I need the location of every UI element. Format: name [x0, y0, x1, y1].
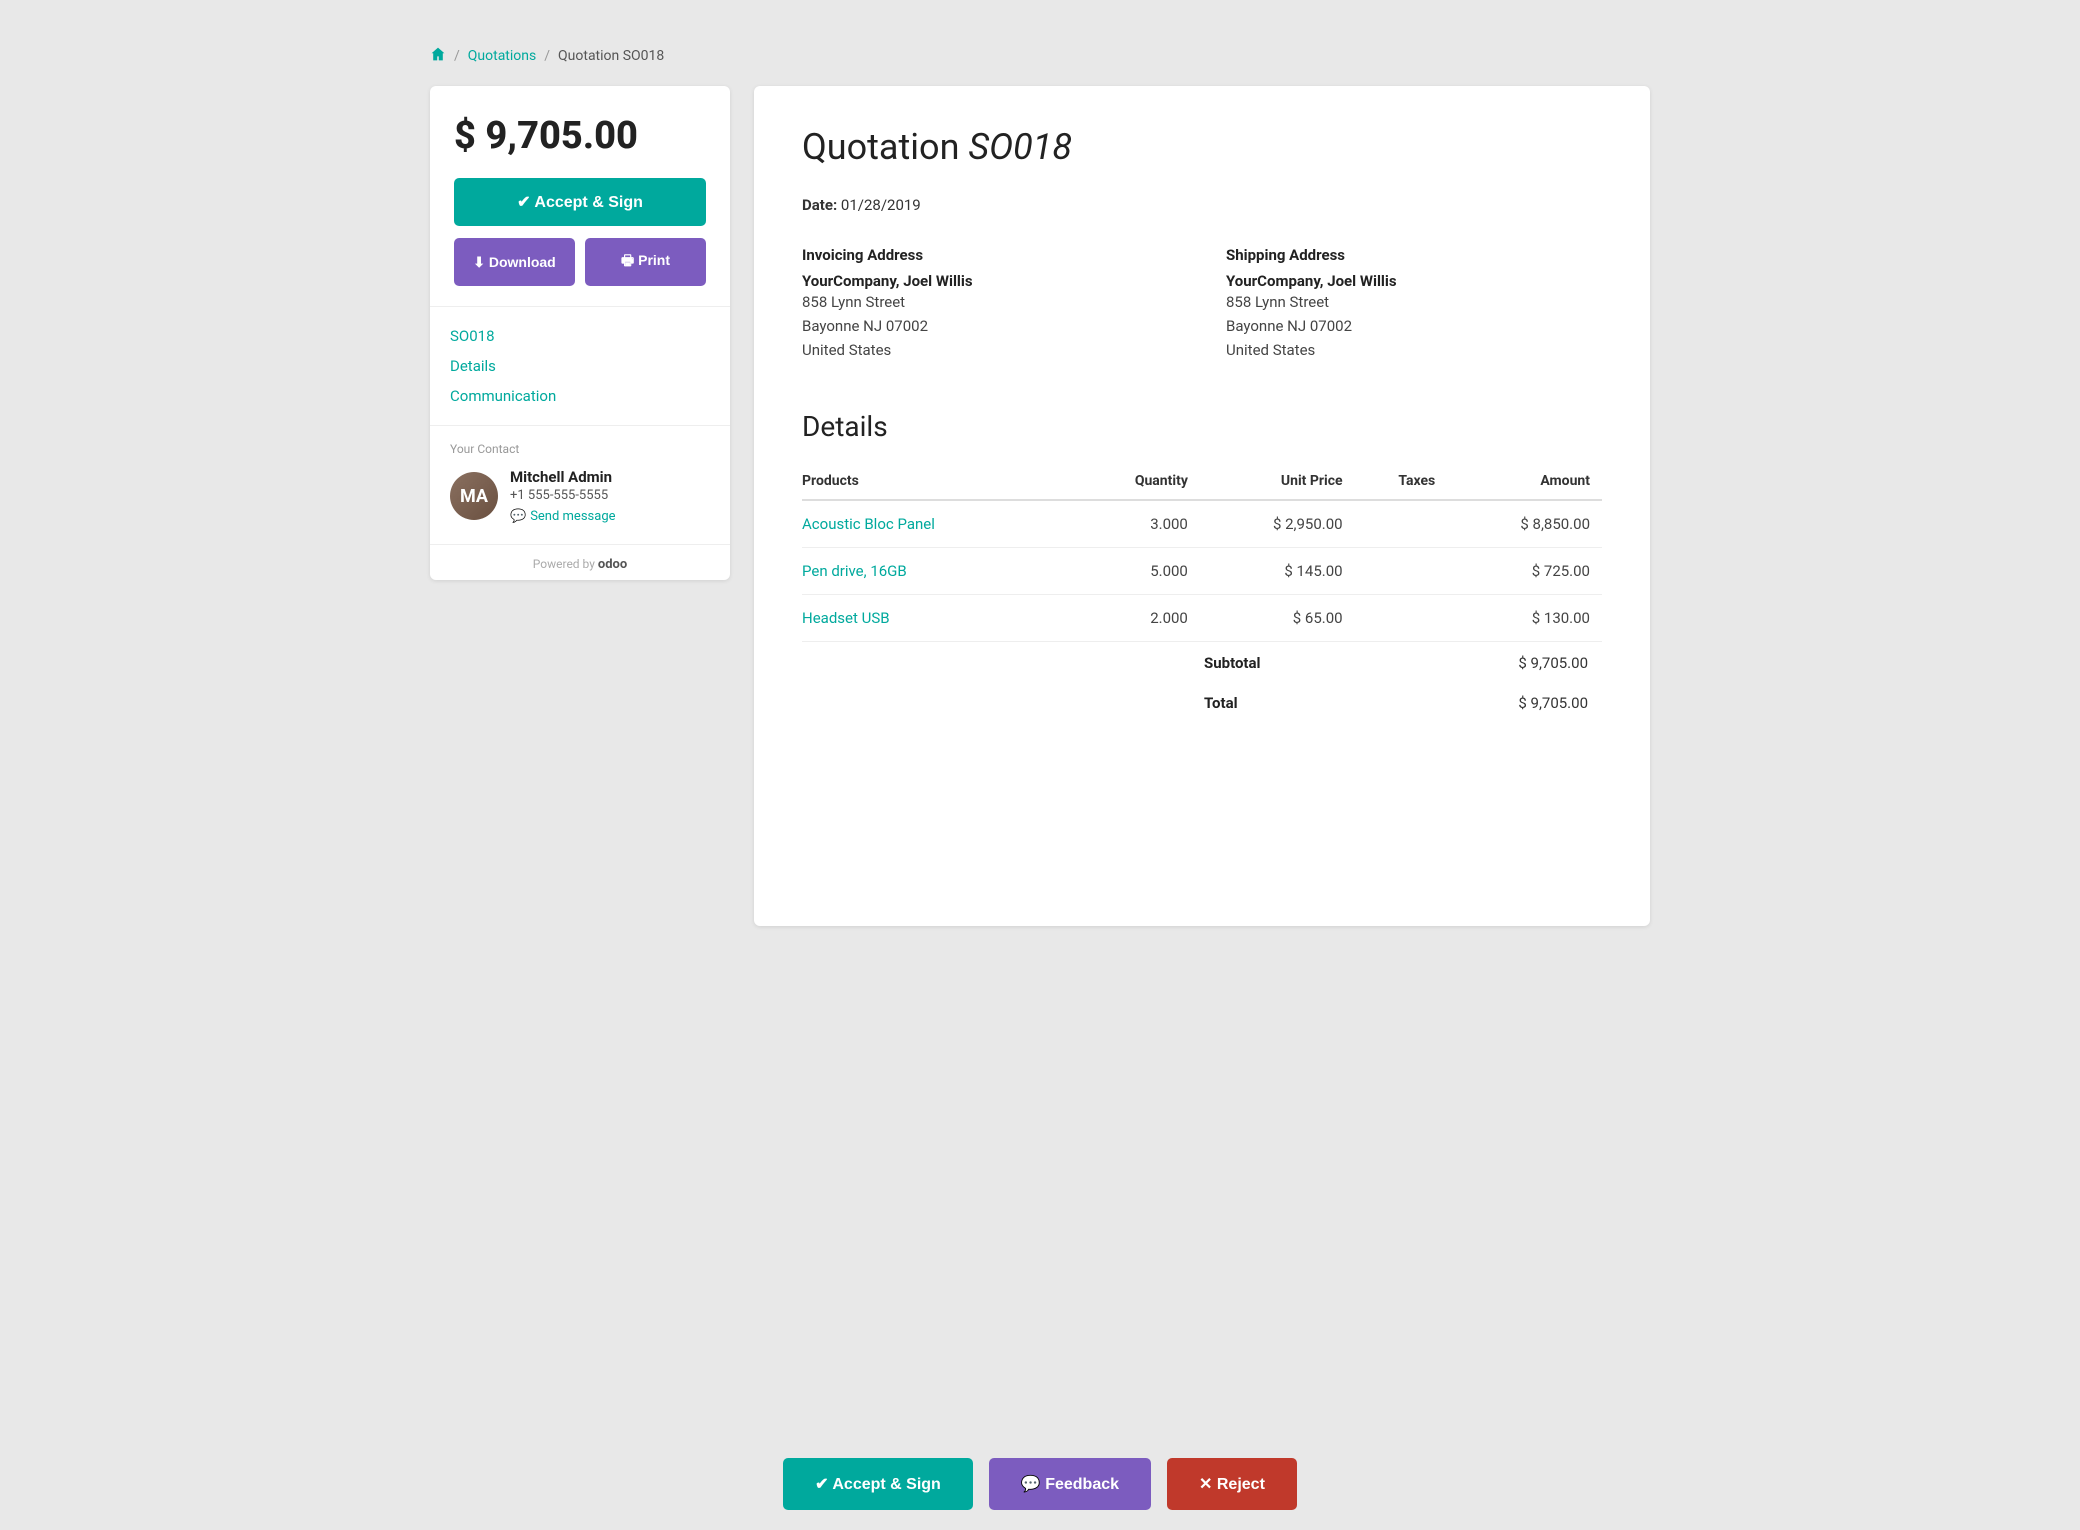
invoicing-company: YourCompany, Joel Willis — [802, 272, 1178, 290]
contact-label: Your Contact — [450, 442, 710, 456]
shipping-company: YourCompany, Joel Willis — [1226, 272, 1602, 290]
powered-by: Powered by odoo — [430, 544, 730, 580]
sidebar-item-details[interactable]: Details — [450, 353, 710, 379]
quotation-date: Date: 01/28/2019 — [802, 196, 1602, 214]
product-amount-2: $ 130.00 — [1447, 595, 1602, 642]
invoicing-address-block: Invoicing Address YourCompany, Joel Will… — [802, 246, 1178, 362]
contact-name: Mitchell Admin — [510, 468, 616, 486]
breadcrumb: / Quotations / Quotation SO018 — [430, 30, 1650, 86]
subtotal-row: Subtotal $ 9,705.00 — [1204, 644, 1600, 682]
footer-bar: ✔ Accept & Sign 💬 Feedback ✕ Reject — [0, 1438, 2080, 1530]
invoicing-street: 858 Lynn Street — [802, 290, 1178, 314]
chat-icon: 💬 — [510, 509, 526, 524]
product-quantity-1: 5.000 — [1077, 548, 1200, 595]
total-label: Total — [1204, 684, 1438, 722]
button-row: ⬇ Download 🖶 Print — [454, 238, 706, 286]
product-link-1[interactable]: Pen drive, 16GB — [802, 562, 907, 580]
products-table: Products Quantity Unit Price Taxes Amoun… — [802, 463, 1602, 642]
sidebar-card: $ 9,705.00 ✔ Accept & Sign ⬇ Download 🖶 … — [430, 86, 730, 580]
download-button[interactable]: ⬇ Download — [454, 238, 575, 286]
invoicing-address-label: Invoicing Address — [802, 246, 1178, 264]
address-section: Invoicing Address YourCompany, Joel Will… — [802, 246, 1602, 362]
total-value: $ 9,705.00 — [1440, 684, 1600, 722]
col-products: Products — [802, 463, 1077, 500]
col-taxes: Taxes — [1355, 463, 1448, 500]
total-row: Total $ 9,705.00 — [1204, 684, 1600, 722]
product-unit-price-0: $ 2,950.00 — [1200, 500, 1355, 548]
odoo-logo: odoo — [598, 557, 627, 572]
sidebar: $ 9,705.00 ✔ Accept & Sign ⬇ Download 🖶 … — [430, 86, 730, 580]
product-link-0[interactable]: Acoustic Bloc Panel — [802, 515, 935, 533]
table-row: Acoustic Bloc Panel 3.000 $ 2,950.00 $ 8… — [802, 500, 1602, 548]
product-amount-1: $ 725.00 — [1447, 548, 1602, 595]
col-amount: Amount — [1447, 463, 1602, 500]
quotation-title: Quotation SO018 — [802, 126, 1602, 168]
breadcrumb-quotations[interactable]: Quotations — [468, 48, 536, 64]
product-quantity-2: 2.000 — [1077, 595, 1200, 642]
product-unit-price-1: $ 145.00 — [1200, 548, 1355, 595]
accept-sign-button[interactable]: ✔ Accept & Sign — [454, 178, 706, 226]
shipping-address-label: Shipping Address — [1226, 246, 1602, 264]
print-button[interactable]: 🖶 Print — [585, 238, 706, 286]
main-content: Quotation SO018 Date: 01/28/2019 Invoici… — [754, 86, 1650, 926]
details-heading: Details — [802, 410, 1602, 443]
main-layout: $ 9,705.00 ✔ Accept & Sign ⬇ Download 🖶 … — [430, 86, 1650, 926]
table-header-row: Products Quantity Unit Price Taxes Amoun… — [802, 463, 1602, 500]
sidebar-nav: SO018 Details Communication — [430, 307, 730, 426]
col-unit-price: Unit Price — [1200, 463, 1355, 500]
totals-table: Subtotal $ 9,705.00 Total $ 9,705.00 — [1202, 642, 1602, 724]
subtotal-value: $ 9,705.00 — [1440, 644, 1600, 682]
table-row: Headset USB 2.000 $ 65.00 $ 130.00 — [802, 595, 1602, 642]
product-taxes-1 — [1355, 548, 1448, 595]
product-quantity-0: 3.000 — [1077, 500, 1200, 548]
home-icon[interactable] — [430, 46, 446, 66]
shipping-city: Bayonne NJ 07002 — [1226, 314, 1602, 338]
product-amount-0: $ 8,850.00 — [1447, 500, 1602, 548]
price-amount: $ 9,705.00 — [454, 114, 706, 158]
col-quantity: Quantity — [1077, 463, 1200, 500]
product-unit-price-2: $ 65.00 — [1200, 595, 1355, 642]
shipping-address-block: Shipping Address YourCompany, Joel Willi… — [1226, 246, 1602, 362]
footer-accept-sign-button[interactable]: ✔ Accept & Sign — [783, 1458, 973, 1510]
product-name-0[interactable]: Acoustic Bloc Panel — [802, 500, 1077, 548]
product-taxes-2 — [1355, 595, 1448, 642]
sidebar-item-communication[interactable]: Communication — [450, 383, 710, 409]
product-name-2[interactable]: Headset USB — [802, 595, 1077, 642]
product-taxes-0 — [1355, 500, 1448, 548]
send-message-link[interactable]: 💬 Send message — [510, 509, 616, 524]
invoicing-city: Bayonne NJ 07002 — [802, 314, 1178, 338]
sidebar-item-so018[interactable]: SO018 — [450, 323, 710, 349]
breadcrumb-sep1: / — [454, 48, 460, 64]
shipping-country: United States — [1226, 338, 1602, 362]
contact-details: Mitchell Admin +1 555-555-5555 💬 Send me… — [510, 468, 616, 524]
contact-phone: +1 555-555-5555 — [510, 488, 616, 503]
send-message-label: Send message — [530, 509, 615, 524]
invoicing-country: United States — [802, 338, 1178, 362]
avatar-placeholder: MA — [450, 472, 498, 520]
price-section: $ 9,705.00 ✔ Accept & Sign ⬇ Download 🖶 … — [430, 86, 730, 307]
shipping-street: 858 Lynn Street — [1226, 290, 1602, 314]
footer-reject-button[interactable]: ✕ Reject — [1167, 1458, 1297, 1510]
subtotal-label: Subtotal — [1204, 644, 1438, 682]
footer-feedback-button[interactable]: 💬 Feedback — [989, 1458, 1151, 1510]
avatar: MA — [450, 472, 498, 520]
contact-section: Your Contact MA Mitchell Admin +1 555-55… — [430, 426, 730, 544]
details-section: Details Products Quantity Unit Price Tax… — [802, 410, 1602, 724]
contact-info: MA Mitchell Admin +1 555-555-5555 💬 Send… — [450, 468, 710, 524]
product-link-2[interactable]: Headset USB — [802, 609, 890, 627]
table-row: Pen drive, 16GB 5.000 $ 145.00 $ 725.00 — [802, 548, 1602, 595]
breadcrumb-sep2: / — [544, 48, 550, 64]
breadcrumb-current: Quotation SO018 — [558, 48, 664, 64]
product-name-1[interactable]: Pen drive, 16GB — [802, 548, 1077, 595]
